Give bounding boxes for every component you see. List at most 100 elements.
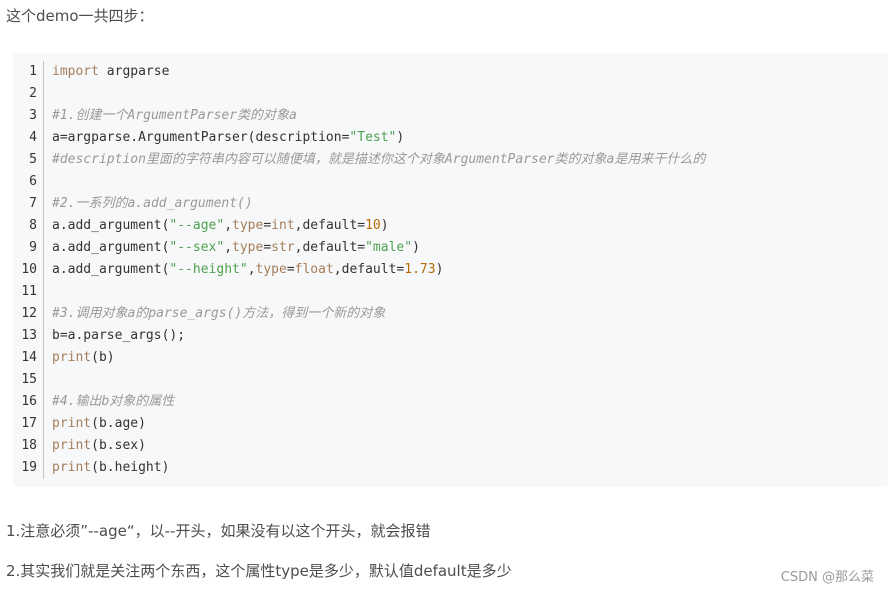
code-token: argparse [98, 64, 170, 79]
line-number: 16 [13, 391, 44, 413]
code-line: 2 [13, 83, 888, 105]
code-text: #1.创建一个ArgumentParser类的对象a [44, 105, 297, 127]
line-number: 17 [13, 413, 44, 435]
code-token: str [271, 240, 295, 255]
line-number: 12 [13, 303, 44, 325]
line-number: 4 [13, 127, 44, 149]
code-token: print [52, 460, 92, 475]
code-text: print(b) [44, 347, 115, 369]
code-token: = [263, 240, 272, 255]
code-token: a.add_argument( [52, 218, 170, 233]
code-line: 6 [13, 171, 888, 193]
line-number: 15 [13, 369, 44, 391]
line-number: 9 [13, 237, 44, 259]
code-token: = [286, 262, 295, 277]
code-token: type [232, 218, 264, 233]
line-number: 6 [13, 171, 44, 193]
code-text: print(b.sex) [44, 435, 146, 457]
code-token: "--height" [169, 262, 248, 277]
code-token: a=argparse.ArgumentParser(description= [52, 130, 350, 145]
code-token: (b.height) [91, 460, 170, 475]
intro-text: 这个demo一共四步： [6, 7, 154, 25]
code-token: #2.一系列的a.add_argument() [52, 196, 253, 211]
code-line: 11 [13, 281, 888, 303]
code-text: a.add_argument("--sex",type=str,default=… [44, 237, 420, 259]
code-text: #3.调用对象a的parse_args()方法，得到一个新的对象 [44, 303, 385, 325]
code-token: "male" [365, 240, 413, 255]
line-number: 8 [13, 215, 44, 237]
code-token: (b.sex) [91, 438, 146, 453]
code-text: a=argparse.ArgumentParser(description="T… [44, 127, 404, 149]
code-line: 12 #3.调用对象a的parse_args()方法，得到一个新的对象 [13, 303, 888, 325]
code-token: a.add_argument( [52, 262, 170, 277]
code-token: print [52, 416, 92, 431]
line-number: 18 [13, 435, 44, 457]
line-number: 3 [13, 105, 44, 127]
code-block: 1 import argparse 2 3 #1.创建一个ArgumentParser类… [13, 53, 888, 487]
code-token: = [263, 218, 272, 233]
code-line: 19 print(b.height) [13, 457, 888, 479]
code-token: float [294, 262, 334, 277]
code-text: #4.输出b对象的属性 [44, 391, 174, 413]
code-text: print(b.height) [44, 457, 169, 479]
code-line: 9 a.add_argument("--sex",type=str,default… [13, 237, 888, 259]
code-token: (b) [91, 350, 115, 365]
code-token: ) [435, 262, 444, 277]
line-number: 1 [13, 61, 44, 83]
code-text: #description里面的字符串内容可以随便填，就是描述你这个对象Argum… [44, 149, 705, 171]
code-token: #1.创建一个ArgumentParser类的对象a [52, 108, 297, 123]
code-token: print [52, 438, 92, 453]
code-token: #4.输出b对象的属性 [52, 394, 175, 409]
code-line: 10 a.add_argument("--height",type=float,d… [13, 259, 888, 281]
code-line: 13 b=a.parse_args(); [13, 325, 888, 347]
code-token: type [232, 240, 264, 255]
code-token: b=a.parse_args(); [52, 328, 186, 343]
code-line: 15 [13, 369, 888, 391]
code-token: , [224, 240, 233, 255]
code-token: "--sex" [169, 240, 225, 255]
code-line: 8 a.add_argument("--age",type=int,default… [13, 215, 888, 237]
code-line: 16 #4.输出b对象的属性 [13, 391, 888, 413]
code-line: 5 #description里面的字符串内容可以随便填，就是描述你这个对象Argu… [13, 149, 888, 171]
code-token: 1.73 [404, 262, 436, 277]
code-token: ) [412, 240, 420, 255]
code-token: "--age" [169, 218, 225, 233]
line-number: 13 [13, 325, 44, 347]
code-text: a.add_argument("--height",type=float,def… [44, 259, 443, 281]
line-number: 11 [13, 281, 44, 303]
code-text: b=a.parse_args(); [44, 325, 185, 347]
code-text: a.add_argument("--age",type=int,default=… [44, 215, 389, 237]
code-token: ,default= [294, 240, 366, 255]
code-line: 14 print(b) [13, 347, 888, 369]
line-number: 5 [13, 149, 44, 171]
line-number: 10 [13, 259, 44, 281]
code-token: ,default= [333, 262, 405, 277]
note-1: 1.注意必须”--age“，以--开头，如果没有以这个开头，就会报错 [6, 522, 431, 540]
code-token: a.add_argument( [52, 240, 170, 255]
code-token: import [52, 64, 99, 79]
note-2: 2.其实我们就是关注两个东西，这个属性type是多少，默认值default是多少 [6, 562, 512, 580]
code-token: (b.age) [91, 416, 146, 431]
code-line: 18 print(b.sex) [13, 435, 888, 457]
code-token: ) [396, 130, 405, 145]
code-token: ,default= [294, 218, 366, 233]
csdn-watermark: CSDN @那么菜 [780, 570, 874, 585]
code-text: import argparse [44, 61, 169, 83]
code-token: print [52, 350, 92, 365]
code-line: 7 #2.一系列的a.add_argument() [13, 193, 888, 215]
code-token: "Test" [349, 130, 397, 145]
code-token: #description里面的字符串内容可以随便填，就是描述你这个对象Argum… [52, 152, 706, 167]
code-line: 4 a=argparse.ArgumentParser(description="… [13, 127, 888, 149]
code-token: int [271, 218, 295, 233]
code-text: #2.一系列的a.add_argument() [44, 193, 253, 215]
code-line: 17 print(b.age) [13, 413, 888, 435]
code-text: print(b.age) [44, 413, 146, 435]
code-token: , [224, 218, 233, 233]
code-token: 10 [365, 218, 381, 233]
line-number: 7 [13, 193, 44, 215]
code-token: ) [380, 218, 389, 233]
code-token: , [247, 262, 256, 277]
